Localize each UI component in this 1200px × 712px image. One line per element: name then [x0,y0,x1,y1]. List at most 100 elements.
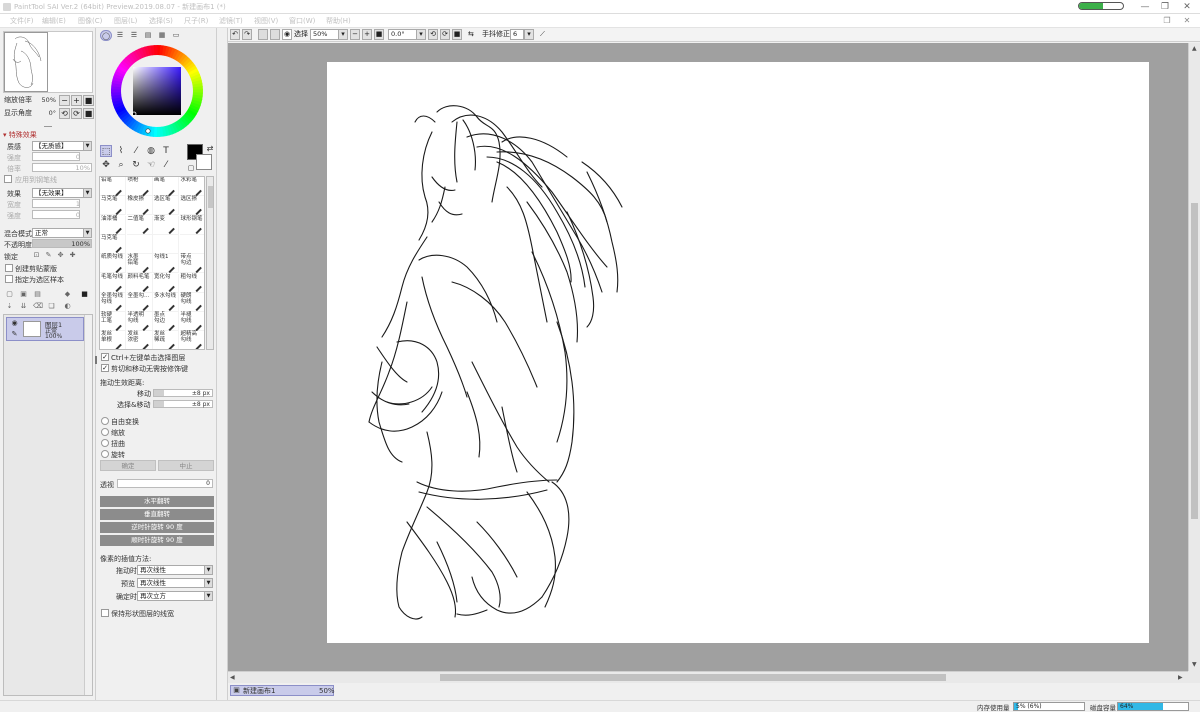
eye-icon[interactable]: ◉ [10,319,19,328]
lock-all-icon[interactable]: ✚ [68,251,77,260]
brush-slot[interactable]: 硬朗 勾线 [179,293,204,312]
color-wheel[interactable] [109,43,205,139]
brush-slot[interactable]: 粗勾线 [179,274,204,293]
new-layer-icon[interactable]: ▢ [5,290,14,299]
menu-edit[interactable]: 编辑(E) [42,16,66,26]
brush-tool-grid[interactable]: 铅笔 喷枪 画笔 水彩笔 马克笔 橡皮擦 选区笔 选区擦 油漆桶 二值笔 渐变 球形钢笔 马克笔 纸质勾线… [99,176,205,350]
cancel-button[interactable]: 中止 [158,460,214,471]
brush-slot[interactable]: 喷枪 [126,177,153,196]
brush-slot[interactable] [153,234,179,254]
brush-slot[interactable]: 马克笔 [100,234,126,254]
brush-slot[interactable]: 渐变 [153,215,179,235]
flip-vertical-button[interactable]: 垂直翻转 [100,509,214,520]
rect-select-icon[interactable]: ⬚ [100,145,112,157]
brush-slot[interactable] [179,235,204,254]
minimize-button[interactable]: — [1138,1,1152,13]
scroll-left-icon[interactable]: ◀ [230,674,235,681]
sel-move-distance-slider[interactable]: ±8 px [153,400,213,408]
hsv-slider-tab[interactable]: ☰ [128,30,140,41]
toolbar-rotate-reset-icon[interactable]: ■ [452,29,462,40]
canvas-area[interactable] [228,43,1188,671]
free-transform-radio[interactable] [101,417,109,425]
brush-slot[interactable]: 油漆桶 [100,215,126,235]
magic-wand-icon[interactable]: ⁄ [130,145,142,157]
scroll-right-icon[interactable]: ▶ [1178,674,1183,681]
toolbar-rotate-cw-icon[interactable]: ⟳ [440,29,450,40]
rotate-view-icon[interactable]: ↻ [130,159,142,171]
brush-slot[interactable]: 水彩笔 [179,177,204,196]
hand-icon[interactable]: ☜ [145,159,157,171]
menu-help[interactable]: 帮助(H) [326,16,351,26]
maximize-button[interactable]: ❐ [1158,1,1172,13]
deselect-icon[interactable] [258,29,268,40]
flip-view-icon[interactable]: ⇆ [468,29,474,40]
brush-slot[interactable]: 软硬 工笔 [100,312,126,332]
brush-slot[interactable]: 选区笔 [153,196,179,216]
vertical-scrollbar[interactable]: ▲ ▼ [1188,43,1200,671]
preview-interp-select[interactable]: 再次线性 ▼ [137,578,213,588]
sel-source-checkbox[interactable] [5,275,13,283]
document-tab[interactable]: ▣ 新建画布1 50% [230,685,335,696]
drag-interp-select[interactable]: 再次线性 ▼ [137,565,213,575]
layer-mask-icon[interactable]: ◐ [63,302,72,311]
keep-width-checkbox[interactable] [101,609,109,617]
transfer-down-icon[interactable]: ⇣ [5,302,14,311]
brush-scrollbar[interactable] [206,176,214,350]
new-group-icon[interactable]: ▤ [33,290,42,299]
zoom-out-button[interactable]: − [59,95,70,106]
stabilizer-dropdown-icon[interactable]: ▾ [524,29,534,40]
stabilizer-field[interactable]: 6 [510,29,524,40]
menu-select[interactable]: 选择(S) [149,16,173,26]
clear-layer-icon[interactable]: ⌫ [33,302,43,311]
navigator[interactable] [3,31,93,93]
menu-ruler[interactable]: 尺子(R) [184,16,208,26]
brush-slot[interactable]: 全墨勾线 勾线 [100,292,126,312]
flip-horizontal-button[interactable]: 水平翻转 [100,496,214,507]
hue-cursor[interactable] [145,128,151,134]
lock-move-icon[interactable]: ✥ [56,251,65,260]
rotate-cw90-button[interactable]: 顺时针旋转 90 度 [100,535,214,546]
horizontal-scrollbar[interactable]: ◀ ▶ [228,671,1188,683]
rgb-slider-tab[interactable]: ☰ [114,30,126,41]
scale-radio[interactable] [101,428,109,436]
layer-scrollbar[interactable] [84,315,92,695]
move-icon[interactable]: ✥ [100,159,112,171]
effects-header[interactable]: ▾ 特殊效果 [3,130,37,140]
menu-image[interactable]: 图像(C) [78,16,102,26]
brush-slot[interactable] [126,234,153,254]
menu-layer[interactable]: 图层(L) [114,16,137,26]
transparent-color-icon[interactable]: ▢ [185,162,197,174]
move-distance-slider[interactable]: ±8 px [153,389,213,397]
rotate-ccw-button[interactable]: ⟲ [59,108,70,119]
brush-slot[interactable]: 发丝 稀疏 [153,331,179,349]
lasso-icon[interactable]: ⌇ [115,145,127,157]
undo-icon[interactable]: ↶ [230,29,240,40]
brush-slot[interactable]: 二值笔 [126,215,153,235]
color-wheel-tab[interactable]: ◯ [100,30,112,41]
brush-slot[interactable]: 半褪 勾线 [179,312,204,332]
brush-slot[interactable]: 橡皮擦 [126,196,153,216]
lock-paint-icon[interactable]: ✎ [44,251,53,260]
brush-slot[interactable]: 勾线1 [153,254,179,274]
ctrl-click-checkbox[interactable]: ✓ [101,353,109,361]
brush-slot[interactable]: 纸质勾线 [100,254,126,274]
rotate-reset-button[interactable]: ■ [83,108,94,119]
text-icon[interactable]: T [160,145,172,157]
toolbar-zoom-out-icon[interactable]: − [350,29,360,40]
redo-icon[interactable]: ↷ [242,29,252,40]
brush-slot[interactable]: 马克笔 [100,196,126,216]
drawing-canvas[interactable] [327,62,1149,643]
invert-select-icon[interactable] [270,29,280,40]
brush-slot[interactable]: 带点 勾边 [179,254,204,274]
blend-select[interactable]: 正常 ▼ [32,228,92,238]
ok-button[interactable]: 确定 [100,460,156,471]
rotate-cw-button[interactable]: ⟳ [71,108,82,119]
perspective-slider[interactable]: 0 [117,479,213,488]
brush-slot[interactable]: 墨点 勾边 [153,312,179,332]
rotate-ccw90-button[interactable]: 逆时针旋转 90 度 [100,522,214,533]
vertical-scroll-thumb[interactable] [1191,203,1198,519]
clip-mask-checkbox[interactable] [5,264,13,272]
layer-list[interactable]: ◉ ✎ 图层1 正常 100% [3,314,93,696]
show-select-toggle[interactable]: ◉ [282,29,292,40]
brush-slot[interactable]: 水墨 铅笔 [126,254,153,274]
